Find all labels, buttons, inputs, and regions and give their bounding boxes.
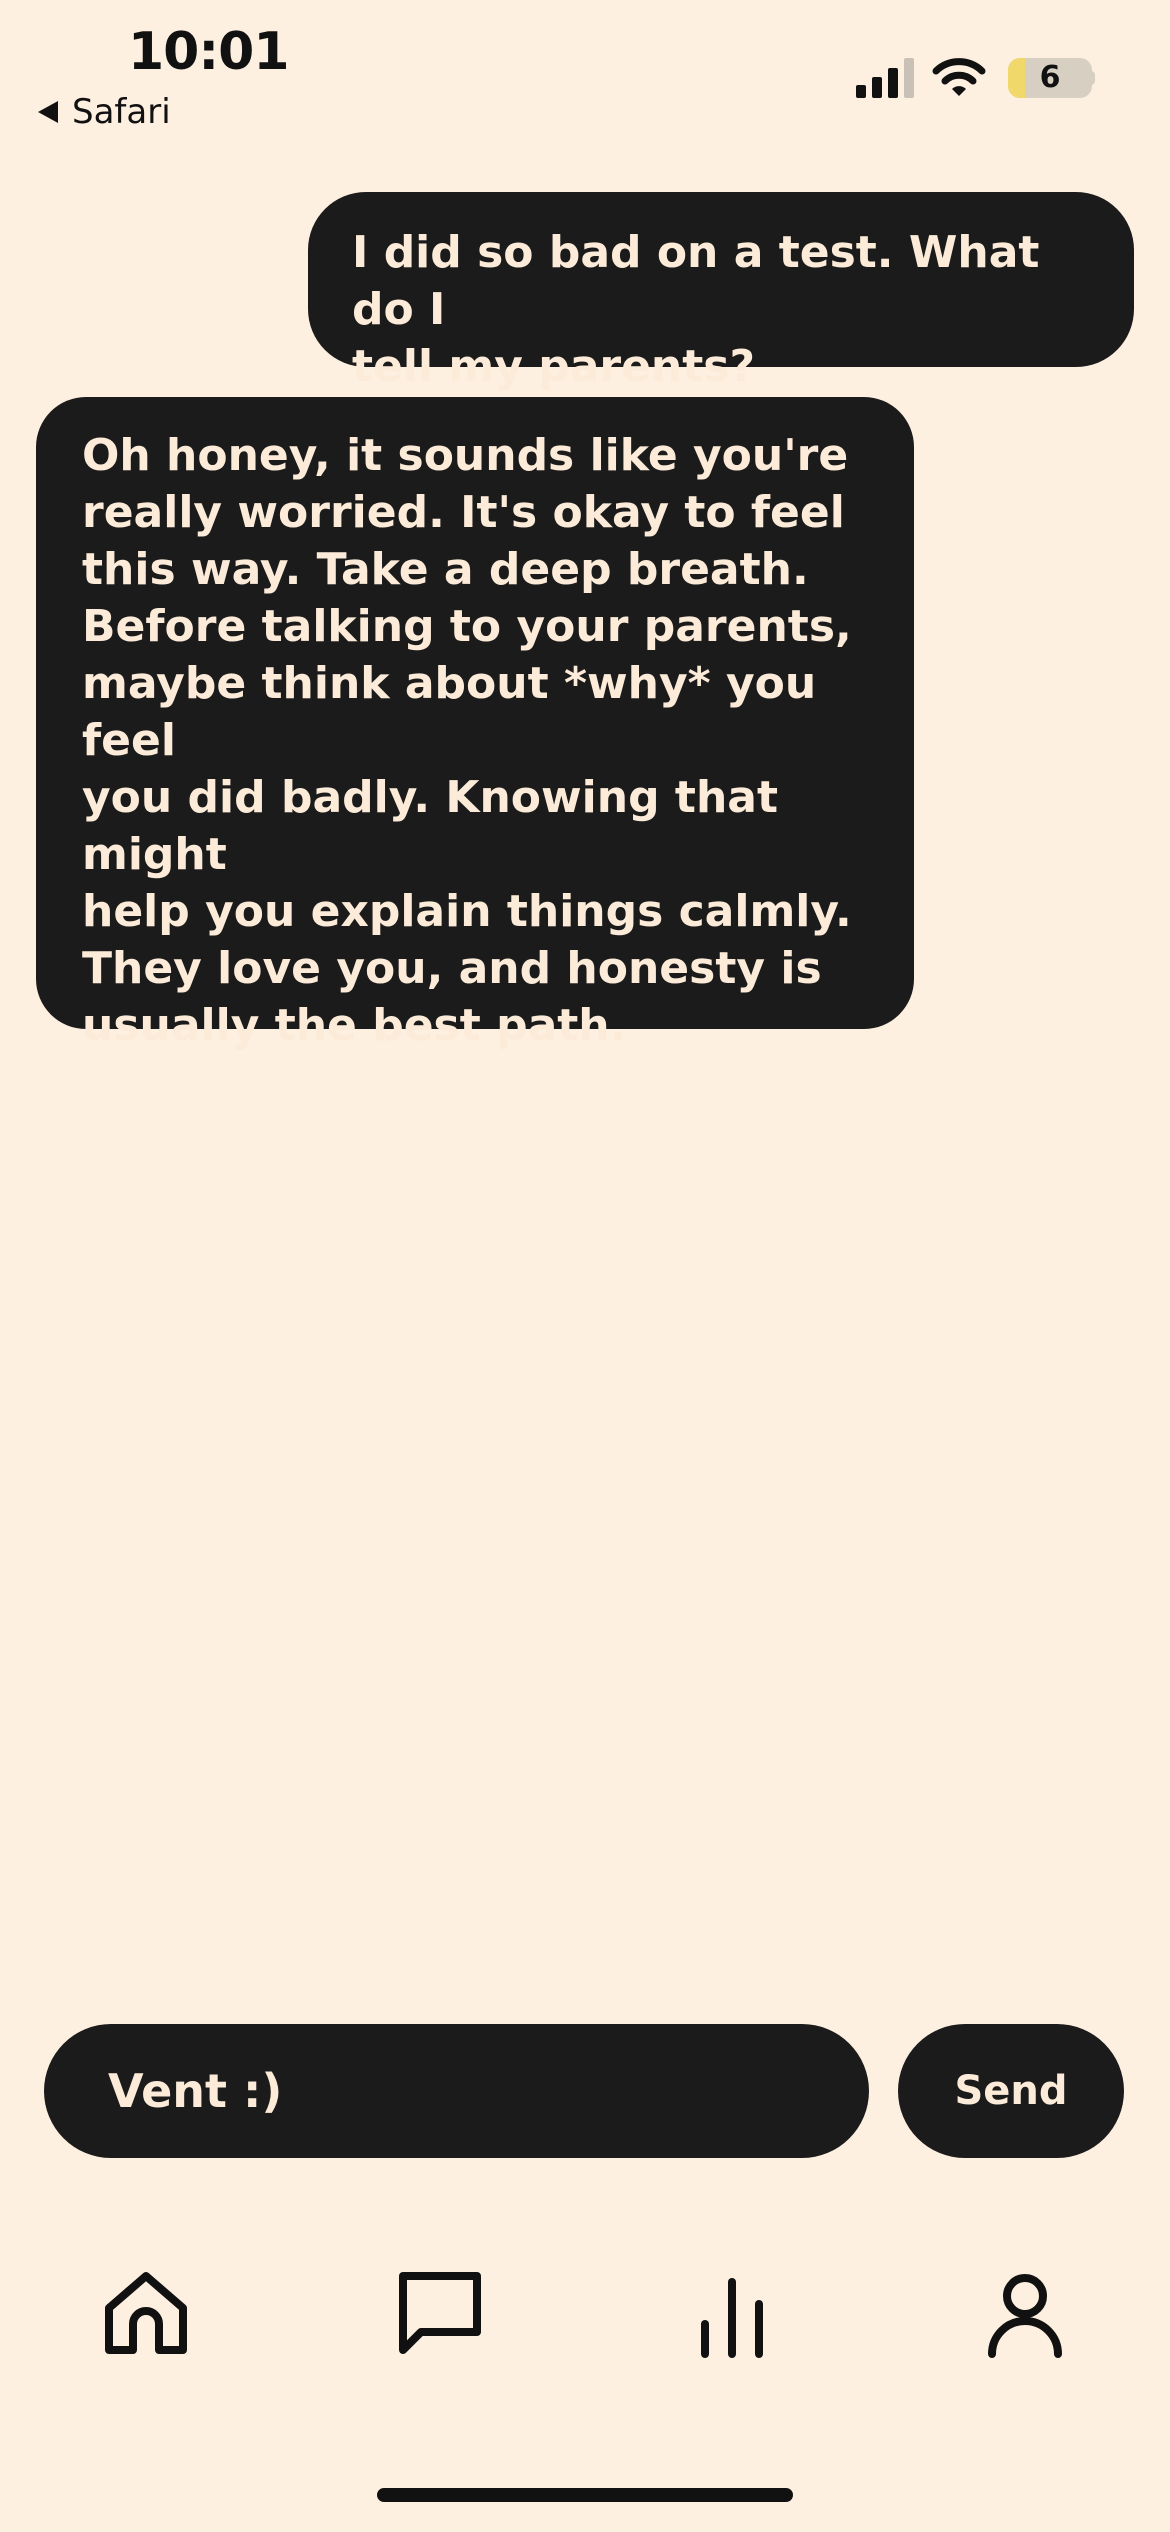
home-icon[interactable] [101, 2268, 191, 2358]
home-indicator[interactable] [377, 2488, 793, 2502]
stats-bars-icon[interactable] [687, 2268, 777, 2358]
battery-icon: 6 [1008, 58, 1092, 98]
message-input[interactable] [106, 2063, 869, 2119]
cellular-signal-icon [856, 58, 914, 98]
battery-level: 6 [1039, 60, 1061, 95]
message-input-container[interactable] [44, 2024, 869, 2158]
back-arrow-icon [38, 101, 58, 123]
back-to-safari-link[interactable]: Safari [38, 92, 171, 132]
status-time: 10:01 [128, 22, 290, 82]
chat-bubble-icon[interactable] [395, 2268, 485, 2358]
send-button[interactable]: Send [898, 2024, 1124, 2158]
status-bar: 10:01 Safari 6 [0, 0, 1170, 140]
assistant-message-bubble: Oh honey, it sounds like you're really w… [36, 397, 914, 1051]
back-app-label: Safari [72, 92, 171, 132]
profile-icon[interactable] [980, 2268, 1070, 2358]
wifi-icon [932, 58, 986, 96]
battery-tip [1090, 71, 1095, 85]
user-message-bubble: I did so bad on a test. What do I tell m… [308, 192, 1134, 392]
